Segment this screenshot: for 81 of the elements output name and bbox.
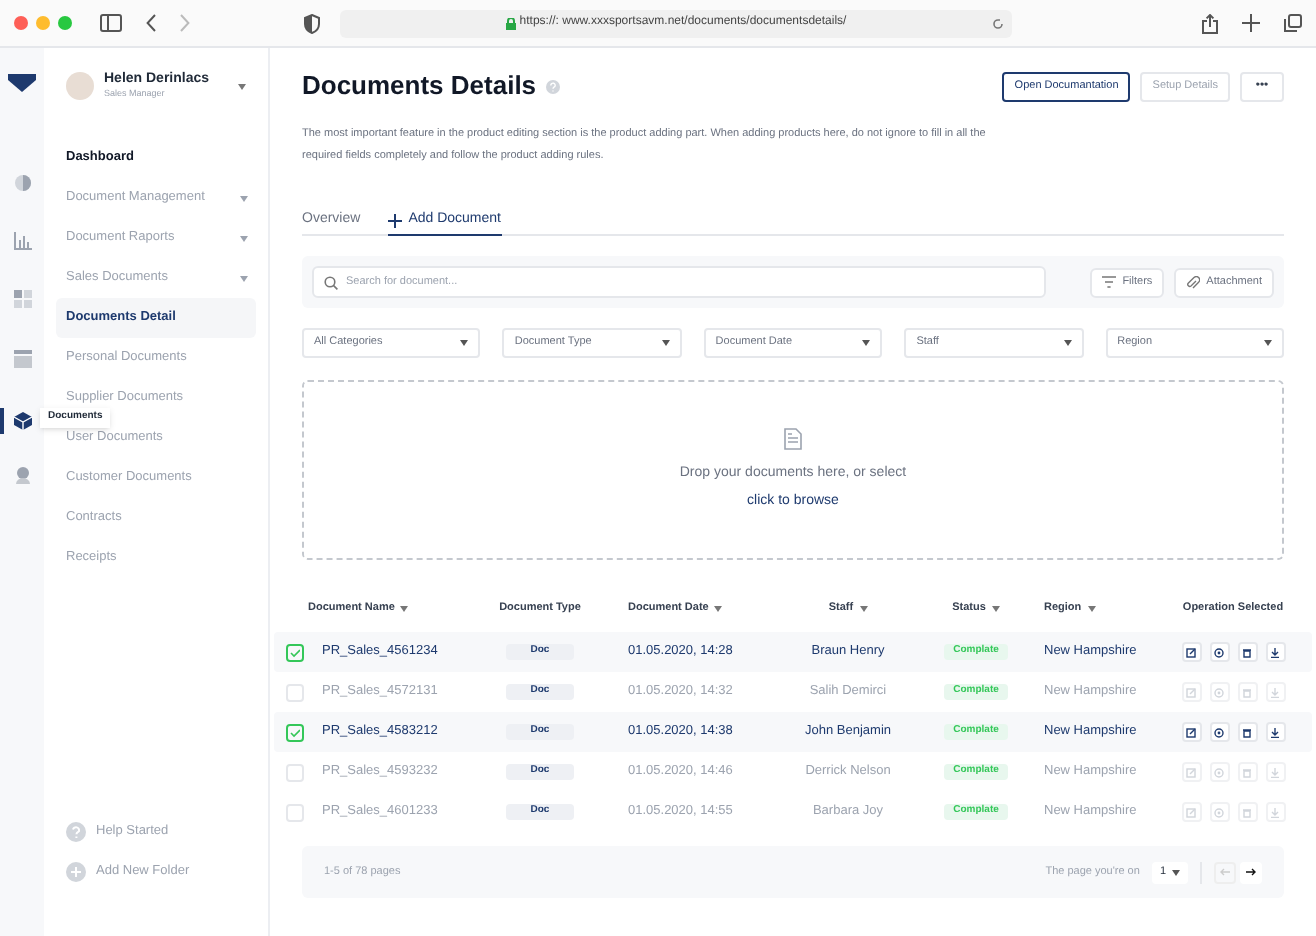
tabs-overview-icon[interactable] — [1284, 14, 1302, 32]
download-icon — [1270, 727, 1280, 737]
caret-icon — [1063, 340, 1072, 346]
edit-icon — [1186, 767, 1196, 777]
next-page-button[interactable] — [1240, 861, 1262, 883]
trash-icon — [1242, 767, 1252, 777]
right-arrow-icon — [1246, 868, 1256, 876]
new-tab-icon[interactable] — [1242, 14, 1260, 32]
plus-icon — [388, 213, 403, 227]
caret-icon — [661, 340, 670, 346]
row-action-button[interactable] — [1209, 642, 1229, 662]
paperclip-icon — [1186, 275, 1201, 289]
trash-icon — [1242, 807, 1252, 817]
edit-icon — [1186, 647, 1196, 657]
caret-icon — [859, 605, 868, 611]
eye-icon — [1214, 687, 1224, 697]
lock-icon — [505, 17, 516, 29]
eye-icon — [1214, 647, 1224, 657]
trash-icon — [1242, 727, 1252, 737]
shield-icon — [304, 13, 320, 33]
row-action-button[interactable] — [1181, 642, 1201, 662]
row-action-button[interactable] — [1181, 722, 1201, 742]
trash-icon — [1242, 687, 1252, 697]
maximize-window-icon[interactable] — [58, 16, 72, 30]
caret-icon — [714, 605, 723, 611]
row-checkbox[interactable] — [286, 643, 304, 661]
search-icon — [324, 275, 338, 289]
row-checkbox[interactable] — [286, 723, 304, 741]
filter-icon — [1102, 276, 1117, 288]
download-icon — [1270, 807, 1280, 817]
caret-icon — [240, 235, 248, 241]
caret-icon — [1172, 869, 1180, 875]
page-title: Documents Details — [302, 68, 537, 105]
caret-icon — [1264, 340, 1272, 346]
caret-icon — [991, 605, 1000, 611]
row-action-button[interactable] — [1209, 722, 1229, 742]
caret-icon — [1087, 605, 1096, 611]
download-icon — [1270, 647, 1280, 657]
row-action-button[interactable] — [1265, 642, 1285, 662]
trash-icon — [1242, 647, 1252, 657]
caret-icon — [400, 605, 409, 611]
forward-icon[interactable] — [180, 14, 190, 32]
caret-icon[interactable] — [238, 83, 246, 89]
help-icon[interactable] — [546, 79, 561, 93]
eye-icon — [1214, 767, 1224, 777]
grid-icon — [13, 290, 31, 308]
sidebar-toggle-icon[interactable] — [100, 14, 122, 32]
caret-icon — [240, 275, 248, 281]
reload-icon[interactable] — [992, 17, 1004, 29]
edit-icon — [1186, 807, 1196, 817]
active-indicator — [0, 408, 4, 434]
download-icon — [1270, 687, 1280, 697]
back-icon[interactable] — [146, 14, 156, 32]
help-icon — [66, 822, 86, 842]
edit-icon — [1186, 727, 1196, 737]
table-icon — [13, 350, 31, 368]
plus-icon — [66, 862, 86, 882]
rail-button[interactable] — [11, 410, 33, 432]
row-action-button[interactable] — [1237, 722, 1257, 742]
edit-icon — [1186, 687, 1196, 697]
bar-chart-icon — [13, 232, 31, 250]
check-icon — [290, 647, 300, 657]
person-icon — [13, 466, 31, 484]
download-icon — [1270, 767, 1280, 777]
contrast-icon — [13, 174, 31, 192]
logo-icon[interactable] — [8, 74, 36, 92]
eye-icon — [1214, 807, 1224, 817]
check-icon — [290, 727, 300, 737]
left-arrow-icon — [1220, 868, 1230, 876]
minimize-window-icon[interactable] — [36, 16, 50, 30]
close-window-icon[interactable] — [14, 16, 28, 30]
box-icon — [13, 412, 31, 430]
avatar — [66, 72, 94, 100]
caret-icon — [460, 340, 469, 346]
document-icon — [784, 428, 802, 450]
row-action-button[interactable] — [1265, 722, 1285, 742]
caret-icon — [240, 195, 248, 201]
caret-icon — [862, 340, 871, 346]
eye-icon — [1214, 727, 1224, 737]
row-action-button[interactable] — [1237, 642, 1257, 662]
share-icon[interactable] — [1202, 13, 1218, 33]
